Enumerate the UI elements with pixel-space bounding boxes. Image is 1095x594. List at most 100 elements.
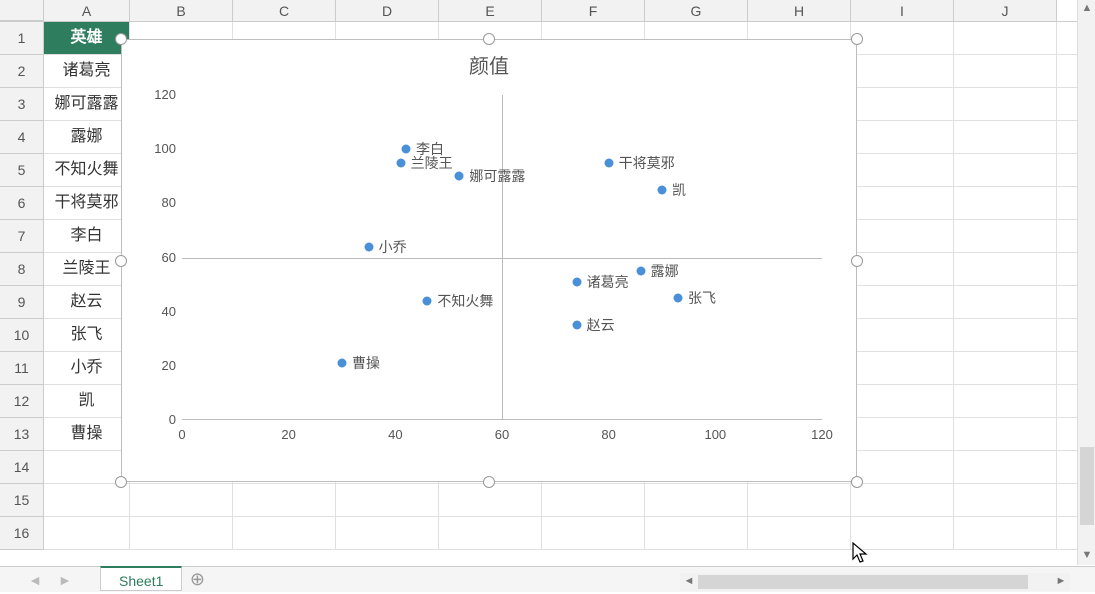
row-header-11[interactable]: 11	[0, 352, 44, 385]
cell-J10[interactable]	[954, 319, 1057, 351]
data-point[interactable]	[455, 172, 464, 181]
row-header-4[interactable]: 4	[0, 121, 44, 154]
cell-A10[interactable]: 张飞	[44, 319, 130, 351]
cell-I14[interactable]	[851, 451, 954, 483]
data-point[interactable]	[364, 242, 373, 251]
cell-A3[interactable]: 娜可露露	[44, 88, 130, 120]
cell-H16[interactable]	[748, 517, 851, 549]
data-point[interactable]	[674, 294, 683, 303]
cell-J6[interactable]	[954, 187, 1057, 219]
scroll-track-horizontal[interactable]	[698, 575, 1052, 589]
cell-A13[interactable]: 曹操	[44, 418, 130, 450]
row-header-15[interactable]: 15	[0, 484, 44, 517]
cell-E16[interactable]	[439, 517, 542, 549]
column-header-E[interactable]: E	[439, 0, 542, 21]
cell-I1[interactable]	[851, 22, 954, 54]
cell-I8[interactable]	[851, 253, 954, 285]
resize-handle-b[interactable]	[483, 476, 495, 488]
data-point[interactable]	[658, 185, 667, 194]
data-point[interactable]	[402, 145, 411, 154]
cell-J5[interactable]	[954, 154, 1057, 186]
cell-A6[interactable]: 干将莫邪	[44, 187, 130, 219]
data-point[interactable]	[572, 277, 581, 286]
scroll-down-button[interactable]: ▼	[1078, 547, 1095, 565]
cell-E15[interactable]	[439, 484, 542, 516]
row-header-14[interactable]: 14	[0, 451, 44, 484]
row-header-10[interactable]: 10	[0, 319, 44, 352]
tab-nav-buttons[interactable]: ◄ ►	[0, 567, 100, 592]
cell-I10[interactable]	[851, 319, 954, 351]
data-point[interactable]	[338, 359, 347, 368]
cell-J8[interactable]	[954, 253, 1057, 285]
cell-C16[interactable]	[233, 517, 336, 549]
cell-J9[interactable]	[954, 286, 1057, 318]
data-point[interactable]	[572, 321, 581, 330]
data-point[interactable]	[423, 296, 432, 305]
chart-title[interactable]: 颜值	[122, 50, 856, 79]
row-header-3[interactable]: 3	[0, 88, 44, 121]
cell-I12[interactable]	[851, 385, 954, 417]
tab-nav-prev-icon[interactable]: ◄	[28, 572, 42, 588]
cell-A9[interactable]: 赵云	[44, 286, 130, 318]
cell-C15[interactable]	[233, 484, 336, 516]
cell-A11[interactable]: 小乔	[44, 352, 130, 384]
cell-I15[interactable]	[851, 484, 954, 516]
add-sheet-button[interactable]: ⊕	[182, 569, 212, 590]
resize-handle-br[interactable]	[851, 476, 863, 488]
row-header-7[interactable]: 7	[0, 220, 44, 253]
cell-A16[interactable]	[44, 517, 130, 549]
cell-J1[interactable]	[954, 22, 1057, 54]
row-header-12[interactable]: 12	[0, 385, 44, 418]
cell-J13[interactable]	[954, 418, 1057, 450]
row-header-9[interactable]: 9	[0, 286, 44, 319]
cell-I6[interactable]	[851, 187, 954, 219]
row-header-5[interactable]: 5	[0, 154, 44, 187]
cell-I16[interactable]	[851, 517, 954, 549]
cell-J16[interactable]	[954, 517, 1057, 549]
cell-I4[interactable]	[851, 121, 954, 153]
cell-A15[interactable]	[44, 484, 130, 516]
cell-J4[interactable]	[954, 121, 1057, 153]
resize-handle-bl[interactable]	[115, 476, 127, 488]
resize-handle-r[interactable]	[851, 255, 863, 267]
scroll-thumb-horizontal[interactable]	[698, 575, 1028, 589]
cell-F16[interactable]	[542, 517, 645, 549]
row-header-2[interactable]: 2	[0, 55, 44, 88]
resize-handle-tr[interactable]	[851, 33, 863, 45]
cell-I5[interactable]	[851, 154, 954, 186]
cell-I13[interactable]	[851, 418, 954, 450]
cell-A7[interactable]: 李白	[44, 220, 130, 252]
cell-J7[interactable]	[954, 220, 1057, 252]
spreadsheet-grid[interactable]: ABCDEFGHIJ 12345678910111213141516 英雄诸葛亮…	[0, 0, 1080, 565]
cell-I9[interactable]	[851, 286, 954, 318]
cell-G16[interactable]	[645, 517, 748, 549]
column-header-I[interactable]: I	[851, 0, 954, 21]
column-header-D[interactable]: D	[336, 0, 439, 21]
cell-I7[interactable]	[851, 220, 954, 252]
row-header-13[interactable]: 13	[0, 418, 44, 451]
cell-D16[interactable]	[336, 517, 439, 549]
select-all-corner[interactable]	[0, 0, 44, 21]
resize-handle-t[interactable]	[483, 33, 495, 45]
column-header-B[interactable]: B	[130, 0, 233, 21]
tab-nav-next-icon[interactable]: ►	[58, 572, 72, 588]
cell-H15[interactable]	[748, 484, 851, 516]
cell-B16[interactable]	[130, 517, 233, 549]
row-header-1[interactable]: 1	[0, 22, 44, 55]
data-point[interactable]	[636, 267, 645, 276]
cell-I2[interactable]	[851, 55, 954, 87]
cell-G15[interactable]	[645, 484, 748, 516]
cell-J2[interactable]	[954, 55, 1057, 87]
cell-I3[interactable]	[851, 88, 954, 120]
cell-J3[interactable]	[954, 88, 1057, 120]
row-header-8[interactable]: 8	[0, 253, 44, 286]
cell-A4[interactable]: 露娜	[44, 121, 130, 153]
cell-A12[interactable]: 凯	[44, 385, 130, 417]
cell-A5[interactable]: 不知火舞	[44, 154, 130, 186]
resize-handle-tl[interactable]	[115, 33, 127, 45]
column-header-J[interactable]: J	[954, 0, 1057, 21]
column-header-H[interactable]: H	[748, 0, 851, 21]
data-point[interactable]	[396, 158, 405, 167]
cell-J11[interactable]	[954, 352, 1057, 384]
row-header-6[interactable]: 6	[0, 187, 44, 220]
